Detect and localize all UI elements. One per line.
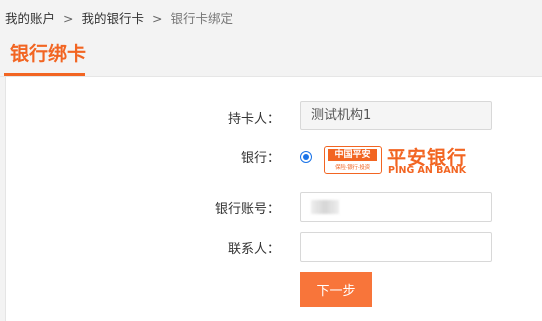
- cardholder-field: 测试机构1: [300, 101, 492, 130]
- account-input[interactable]: [300, 192, 492, 222]
- breadcrumb-separator: >: [63, 11, 74, 26]
- cardholder-value: 测试机构1: [311, 108, 372, 123]
- tab-bank-binding-label: 银行绑卡: [10, 43, 87, 65]
- ping-an-badge-text: 中国平安: [328, 149, 377, 161]
- account-label: 银行账号：: [214, 202, 280, 217]
- ping-an-badge: 中国平安 保险·银行·投资: [324, 146, 382, 174]
- breadcrumb-current: 银行卡绑定: [170, 11, 233, 26]
- ping-an-badge-subtext: 保险·银行·投资: [335, 165, 370, 171]
- bank-name-en: PING AN BANK: [388, 165, 467, 176]
- breadcrumb-link-my-account[interactable]: 我的账户: [5, 11, 55, 26]
- bank-label: 银行：: [240, 151, 280, 166]
- breadcrumb-separator: >: [151, 11, 163, 26]
- tab-bank-binding[interactable]: 银行绑卡: [4, 30, 87, 76]
- breadcrumb-link-my-bank-cards[interactable]: 我的银行卡: [81, 11, 144, 26]
- bank-radio[interactable]: [300, 151, 312, 163]
- contact-label: 联系人：: [227, 242, 280, 257]
- cardholder-label: 持卡人：: [227, 112, 280, 127]
- next-step-button[interactable]: 下一步: [300, 272, 372, 307]
- masked-account-value: [311, 200, 339, 214]
- breadcrumb: 我的账户 > 我的银行卡 > 银行卡绑定: [5, 8, 233, 27]
- tab-bar: 银行绑卡: [0, 30, 542, 77]
- ping-an-bank-logo: 中国平安 保险·银行·投资 平安银行 PING AN BANK: [324, 146, 476, 176]
- contact-input[interactable]: [300, 232, 492, 262]
